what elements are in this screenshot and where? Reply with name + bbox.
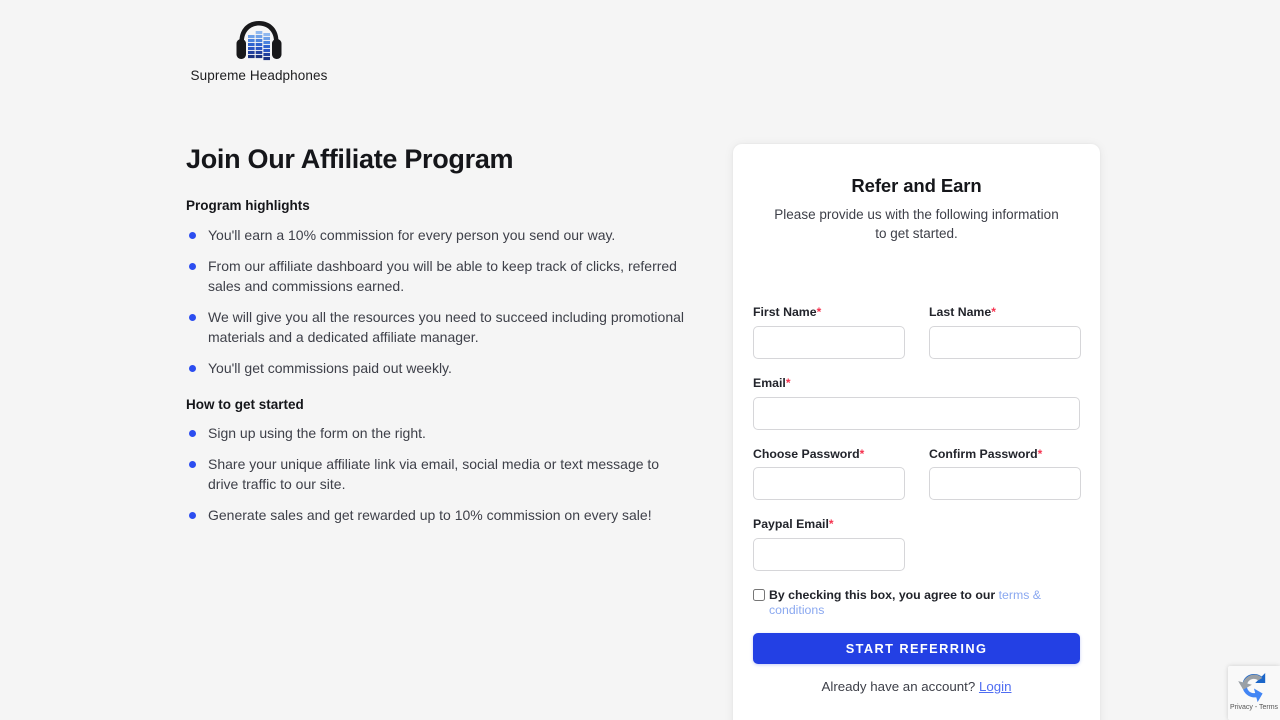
login-prompt: Already have an account? Login: [753, 679, 1080, 694]
brand-logo[interactable]: Supreme Headphones: [190, 18, 328, 84]
terms-label: By checking this box, you agree to our: [769, 588, 999, 602]
card-title: Refer and Earn: [851, 175, 982, 196]
first-name-input[interactable]: [753, 325, 905, 359]
paypal-email-input[interactable]: [753, 538, 905, 571]
terms-agreement-row: By checking this box, you agree to our t…: [753, 588, 1080, 618]
email-input[interactable]: [753, 396, 1080, 430]
page-title: Join Our Affiliate Program: [186, 144, 514, 174]
confirm-password-input[interactable]: [929, 467, 1081, 501]
list-item-text: You'll earn a 10% commission for every p…: [208, 226, 616, 243]
confirm-password-field: Confirm Password*: [929, 447, 1081, 501]
start-referring-button[interactable]: START REFERRING: [753, 633, 1080, 664]
list-item: From our affiliate dashboard you will be…: [186, 256, 686, 296]
refer-and-earn-card: Refer and Earn Please provide us with th…: [733, 144, 1100, 720]
list-item-text: We will give you all the resources you n…: [208, 308, 685, 345]
card-subtitle: Please provide us with the following inf…: [774, 207, 1059, 241]
email-row: Email*: [753, 376, 1080, 430]
affiliate-signup-page: Supreme Headphones Join Our Affiliate Pr…: [0, 0, 1280, 720]
required-asterisk: *: [785, 375, 791, 390]
signup-form: First Name* Last Name* Email* Choose Pas…: [753, 305, 1081, 694]
first-name-field: First Name*: [753, 305, 905, 359]
choose-password-input[interactable]: [753, 467, 905, 501]
program-highlights-list: You'll earn a 10% commission for every p…: [186, 225, 686, 378]
bullet-dot-icon: [189, 231, 196, 239]
bullet-dot-icon: [189, 430, 196, 438]
terms-text: By checking this box, you agree to our t…: [769, 588, 1080, 618]
choose-password-label: Choose Password*: [753, 446, 865, 461]
bullet-dot-icon: [189, 512, 196, 520]
required-asterisk: *: [1037, 446, 1043, 461]
how-to-get-started-list: Sign up using the form on the right. Sha…: [186, 423, 686, 525]
program-info-column: Join Our Affiliate Program Program highl…: [186, 144, 686, 525]
highlights-heading: Program highlights: [186, 198, 310, 214]
bullet-dot-icon: [189, 364, 196, 372]
required-asterisk: *: [859, 446, 865, 461]
bullet-dot-icon: [189, 461, 196, 469]
list-item-text: Share your unique affiliate link via ema…: [208, 456, 660, 493]
password-row: Choose Password* Confirm Password*: [753, 447, 1081, 501]
list-item: You'll earn a 10% commission for every p…: [186, 225, 686, 245]
list-item-text: Sign up using the form on the right.: [208, 425, 426, 442]
bullet-dot-icon: [189, 262, 196, 270]
recaptcha-text: Privacy - Terms: [1229, 704, 1279, 711]
list-item: We will give you all the resources you n…: [186, 307, 686, 347]
terms-checkbox[interactable]: [753, 589, 765, 601]
list-item: Sign up using the form on the right.: [186, 423, 686, 443]
list-item-text: Generate sales and get rewarded up to 10…: [208, 507, 652, 524]
choose-password-field: Choose Password*: [753, 447, 905, 501]
list-item: You'll get commissions paid out weekly.: [186, 358, 686, 378]
recaptcha-badge[interactable]: Privacy - Terms: [1228, 666, 1280, 720]
required-asterisk: *: [828, 517, 834, 532]
get-started-heading: How to get started: [186, 396, 304, 412]
login-prompt-text: Already have an account?: [821, 679, 979, 694]
first-name-label: First Name*: [753, 305, 822, 319]
email-field: Email*: [753, 376, 1080, 430]
recaptcha-logo-icon: [1238, 673, 1266, 702]
list-item: Share your unique affiliate link via ema…: [186, 454, 686, 494]
name-row: First Name* Last Name*: [753, 305, 1081, 359]
last-name-field: Last Name*: [929, 305, 1081, 359]
required-asterisk: *: [816, 305, 822, 319]
last-name-label: Last Name*: [929, 305, 996, 319]
last-name-input[interactable]: [929, 325, 1081, 359]
bullet-dot-icon: [189, 313, 196, 321]
email-label: Email*: [753, 375, 791, 390]
list-item-text: You'll get commissions paid out weekly.: [208, 359, 452, 376]
paypal-email-label: Paypal Email*: [753, 517, 834, 532]
list-item-text: From our affiliate dashboard you will be…: [208, 257, 677, 294]
login-link[interactable]: Login: [979, 679, 1012, 694]
required-asterisk: *: [991, 305, 996, 319]
paypal-row-spacer: [929, 517, 1081, 571]
confirm-password-label: Confirm Password*: [929, 446, 1043, 461]
list-item: Generate sales and get rewarded up to 10…: [186, 505, 686, 525]
headphones-equalizer-icon: [236, 21, 282, 61]
paypal-email-field: Paypal Email*: [753, 517, 905, 571]
paypal-row: Paypal Email*: [753, 517, 1080, 571]
brand-name: Supreme Headphones: [190, 68, 328, 83]
